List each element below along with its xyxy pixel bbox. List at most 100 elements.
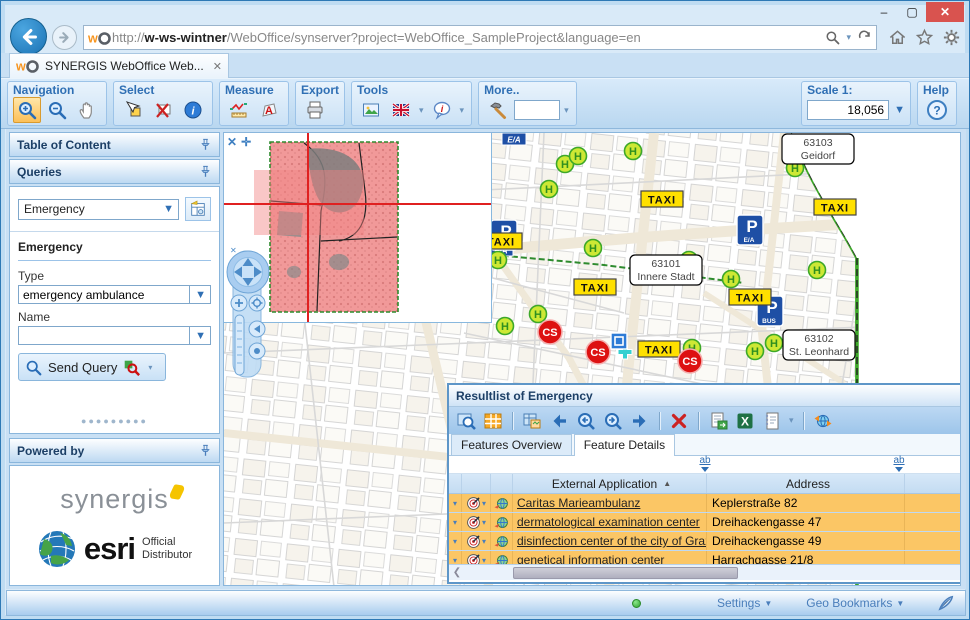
previous-feature-button[interactable] <box>547 410 571 432</box>
scale-caret-icon[interactable]: ▼ <box>894 104 905 116</box>
tab-close-icon[interactable]: ✕ <box>213 60 222 73</box>
row-options-caret-icon[interactable]: ▾ <box>453 556 457 565</box>
row-globe-link-icon[interactable] <box>494 515 509 530</box>
row-globe-link-icon[interactable] <box>494 553 509 565</box>
transit-stop-marker[interactable]: H <box>809 262 826 279</box>
zoom-previous-button[interactable] <box>574 410 598 432</box>
identify-button[interactable]: i <box>179 97 207 123</box>
panel-header-queries[interactable]: Queries <box>9 159 220 184</box>
window-maximize-button[interactable]: ▢ <box>898 2 926 22</box>
url-text[interactable]: http://w-ws-wintner/WebOffice/synserver?… <box>112 30 821 45</box>
panel-header-powered-by[interactable]: Powered by <box>9 438 220 463</box>
language-flag-button[interactable] <box>387 97 415 123</box>
transit-stop-marker[interactable]: H <box>497 318 514 335</box>
sort-alpha-icon[interactable]: ab <box>694 456 716 472</box>
export-csv-button[interactable] <box>706 410 730 432</box>
dropdown-caret-icon[interactable]: ▾ <box>562 105 571 116</box>
taxi-stand-marker[interactable]: TAXI <box>574 279 616 295</box>
cs-marker[interactable]: CS <box>586 340 610 364</box>
zoom-to-selected-button[interactable] <box>454 410 478 432</box>
map-navigation-widget[interactable]: ✕ <box>226 245 274 381</box>
map-canvas[interactable]: E/AE/AHHHHHHHHHHHHHHHHHHPE/APE/APBUSTAXI… <box>223 132 961 586</box>
pin-icon[interactable] <box>199 138 212 151</box>
search-options-caret-icon[interactable]: ▾ <box>844 32 853 43</box>
cs-marker[interactable]: CS <box>678 349 702 373</box>
row-target-icon[interactable] <box>466 534 481 549</box>
pin-icon[interactable] <box>199 165 212 178</box>
gear-icon[interactable] <box>942 28 961 47</box>
clear-selection-button[interactable] <box>149 97 177 123</box>
feature-link[interactable]: genetical information center <box>517 553 664 564</box>
horizontal-scrollbar[interactable]: ❮ ❯ <box>449 564 961 580</box>
home-icon[interactable] <box>888 28 907 47</box>
tab-features-overview[interactable]: Features Overview <box>451 434 572 455</box>
refresh-icon[interactable] <box>857 30 872 45</box>
zoom-next-button[interactable] <box>601 410 625 432</box>
pan-button[interactable] <box>73 97 101 123</box>
maptip-button[interactable]: i <box>428 97 456 123</box>
report-button[interactable] <box>760 410 784 432</box>
column-header-external-application[interactable]: External Application▲ <box>513 474 707 493</box>
cs-marker[interactable]: CS <box>538 320 562 344</box>
name-input[interactable] <box>18 326 189 345</box>
row-options-caret-icon[interactable]: ▾ <box>453 537 457 546</box>
info-point-marker[interactable] <box>611 333 627 349</box>
taxi-stand-marker[interactable]: TAXI <box>729 289 771 305</box>
feature-link[interactable]: disinfection center of the city of Graz <box>517 534 707 548</box>
taxi-stand-marker[interactable]: TAXI <box>638 341 680 357</box>
tools-hammer-button[interactable] <box>484 97 512 123</box>
redlining-pen-icon[interactable] <box>937 594 955 612</box>
transit-stop-marker[interactable]: H <box>490 252 507 269</box>
query-select[interactable]: Emergency ▼ <box>18 199 179 220</box>
table-row[interactable]: ▾▾Caritas MarieambulanzKeplerstraße 8280… <box>449 494 961 513</box>
overview-move-icon[interactable]: ✛ <box>241 135 251 149</box>
parking-marker[interactable]: PE/A <box>737 215 763 245</box>
print-button[interactable] <box>301 97 329 123</box>
zoom-in-button[interactable] <box>13 97 41 123</box>
type-input[interactable] <box>18 285 189 304</box>
row-options-caret-icon[interactable]: ▾ <box>482 556 486 565</box>
scroll-left-icon[interactable]: ❮ <box>449 567 465 578</box>
pin-icon[interactable] <box>199 444 212 457</box>
transit-stop-marker[interactable]: H <box>747 343 764 360</box>
more-tools-select[interactable] <box>514 100 560 120</box>
zoom-out-button[interactable] <box>43 97 71 123</box>
window-minimize-button[interactable]: – <box>870 2 898 22</box>
table-row[interactable]: ▾ ▾ disinfection center of the city of Gra… <box>449 532 961 551</box>
query-form-button[interactable] <box>185 197 211 221</box>
transit-stop-marker[interactable]: H <box>541 181 558 198</box>
query-select-caret-icon[interactable]: ▼ <box>159 203 178 215</box>
scrollbar-thumb[interactable] <box>513 567 738 579</box>
transit-stop-marker[interactable]: H <box>766 335 783 352</box>
geo-bookmarks-menu[interactable]: Geo Bookmarks▼ <box>806 596 904 610</box>
search-icon[interactable] <box>825 30 840 45</box>
send-query-button[interactable]: Send Query ▾ <box>18 353 166 381</box>
next-feature-button[interactable] <box>628 410 652 432</box>
row-target-icon[interactable] <box>466 515 481 530</box>
favorites-star-icon[interactable] <box>915 28 934 47</box>
dropdown-caret-icon[interactable]: ▾ <box>417 105 426 116</box>
scale-input[interactable] <box>807 100 889 120</box>
export-excel-button[interactable]: X <box>733 410 757 432</box>
name-caret-button[interactable]: ▼ <box>189 326 211 345</box>
type-caret-button[interactable]: ▼ <box>189 285 211 304</box>
taxi-stand-marker[interactable]: TAXI <box>641 191 683 207</box>
row-options-caret-icon[interactable]: ▾ <box>482 518 486 527</box>
row-options-caret-icon[interactable]: ▾ <box>482 537 486 546</box>
browser-tab[interactable]: w SYNERGIS WebOffice Web... ✕ <box>9 53 229 78</box>
sort-alpha-icon[interactable]: ab <box>888 456 910 472</box>
dropdown-caret-icon[interactable]: ▾ <box>458 105 467 116</box>
row-target-icon[interactable] <box>466 496 481 511</box>
row-options-caret-icon[interactable]: ▾ <box>482 499 486 508</box>
table-row[interactable]: ▾▾genetical information centerHarrachgas… <box>449 551 961 564</box>
browser-back-button[interactable] <box>10 18 47 55</box>
table-row[interactable]: ▾▾dermatological examination centerDreih… <box>449 513 961 532</box>
select-features-button[interactable] <box>119 97 147 123</box>
transit-stop-marker[interactable]: H <box>585 240 602 257</box>
measure-area-button[interactable]: A <box>255 97 283 123</box>
dropdown-caret-icon[interactable]: ▾ <box>787 415 796 426</box>
taxi-stand-marker[interactable]: TAXI <box>814 199 856 215</box>
send-query-caret-icon[interactable]: ▾ <box>146 363 154 372</box>
clear-results-button[interactable] <box>667 410 691 432</box>
browser-forward-button[interactable] <box>52 25 77 50</box>
